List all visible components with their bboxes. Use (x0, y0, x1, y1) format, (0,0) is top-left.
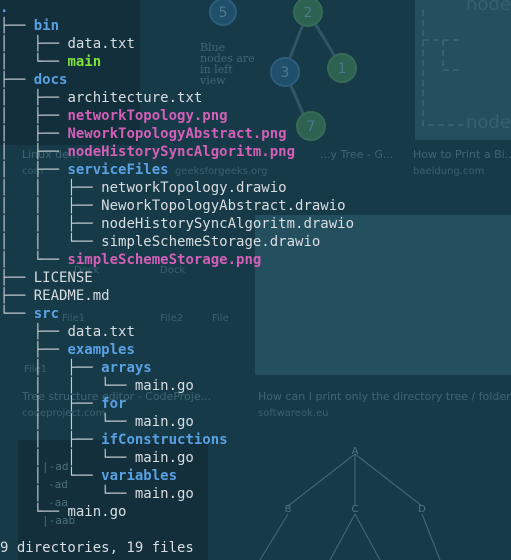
tree-line: ├── examples (0, 341, 135, 359)
tree-branch: │ │ └── (0, 234, 102, 250)
tree-branch: │ │ ├── (0, 198, 102, 214)
tree-line: │ ├── networkTopology.png (0, 107, 228, 125)
tree-line: │ ├── serviceFiles (0, 161, 169, 179)
tree-branch: │ │ ├── (0, 216, 102, 232)
file-name: README.md (33, 288, 110, 304)
tree-branch: ├── (0, 288, 34, 304)
executable-name: main (67, 54, 102, 70)
directory-name: docs (33, 72, 68, 88)
tree-line: │ ├── ifConstructions (0, 431, 228, 449)
tree-branch: │ │ └── (0, 414, 135, 430)
tree-line: ├── docs (0, 71, 67, 89)
tree-branch: │ └── (0, 252, 68, 268)
tree-branch: │ └── (0, 486, 135, 502)
image-file-name: networkTopology.png (67, 108, 228, 124)
tree-line: │ └── simpleSchemeStorage.png (0, 251, 261, 269)
tree-branch: │ └── (0, 54, 68, 70)
tree-line: │ │ ├── networkTopology.drawio (0, 179, 287, 197)
tree-line: │ └── main.go (0, 485, 194, 503)
tree-line: └── src (0, 305, 59, 323)
directory-name: arrays (101, 360, 152, 376)
directory-name: variables (101, 468, 178, 484)
tree-line: ├── bin (0, 17, 59, 35)
tree-branch: │ ├── (0, 90, 68, 106)
file-name: main.go (67, 504, 127, 520)
tree-branch: │ ├── (0, 162, 68, 178)
tree-branch: │ ├── (0, 360, 102, 376)
tree-line: │ │ └── main.go (0, 449, 194, 467)
file-name: main.go (134, 414, 194, 430)
tree-line: ├── data.txt (0, 323, 135, 341)
file-name: LICENSE (33, 270, 93, 286)
tree-line: ├── README.md (0, 287, 110, 305)
directory-name: ifConstructions (101, 432, 228, 448)
file-name: main.go (134, 378, 194, 394)
file-name: main.go (134, 450, 194, 466)
directory-name: src (33, 306, 60, 322)
image-file-name: NeworkTopologyAbstract.png (67, 126, 287, 142)
tree-line: . (0, 0, 8, 17)
tree-branch: │ │ └── (0, 378, 135, 394)
tree-line: │ │ ├── nodeHistorySyncAlgoritm.drawio (0, 215, 354, 233)
tree-branch: └── (0, 504, 68, 520)
file-name: architecture.txt (67, 90, 203, 106)
file-name: nodeHistorySyncAlgoritm.drawio (101, 216, 355, 232)
tree-branch: └── (0, 306, 34, 322)
image-file-name: simpleSchemeStorage.png (67, 252, 262, 268)
file-name: main.go (134, 486, 194, 502)
tree-summary: 9 directories, 19 files (0, 540, 194, 556)
tree-line: │ │ └── main.go (0, 413, 194, 431)
tree-line: │ │ ├── NeworkTopologyAbstract.drawio (0, 197, 346, 215)
file-name: networkTopology.drawio (101, 180, 287, 196)
tree-branch: ├── (0, 72, 34, 88)
tree-branch: │ ├── (0, 108, 68, 124)
tree-line: │ ├── arrays (0, 359, 152, 377)
tree-line: │ ├── for (0, 395, 127, 413)
tree-line: │ ├── data.txt (0, 35, 135, 53)
image-file-name: nodeHistorySyncAlgoritm.png (67, 144, 296, 160)
tree-line: │ └── variables (0, 467, 177, 485)
tree-branch: ├── (0, 324, 68, 340)
tree-line: ├── LICENSE (0, 269, 93, 287)
directory-name: . (0, 0, 9, 16)
tree-line: │ ├── architecture.txt (0, 89, 202, 107)
directory-name: serviceFiles (67, 162, 169, 178)
tree-branch: │ ├── (0, 432, 102, 448)
directory-name: for (101, 396, 127, 412)
terminal-output[interactable]: . ├── bin │ ├── data.txt │ └── main ├── docs… (0, 0, 511, 560)
tree-branch: ├── (0, 342, 68, 358)
file-name: NeworkTopologyAbstract.drawio (101, 198, 346, 214)
tree-line: └── main.go (0, 503, 127, 521)
tree-branch: ├── (0, 18, 34, 34)
directory-name: examples (67, 342, 135, 358)
tree-line: │ │ └── main.go (0, 377, 194, 395)
tree-branch: │ ├── (0, 36, 68, 52)
file-name: data.txt (67, 324, 135, 340)
directory-name: bin (33, 18, 60, 34)
tree-line: │ ├── nodeHistorySyncAlgoritm.png (0, 143, 295, 161)
tree-branch: │ └── (0, 468, 102, 484)
tree-branch: │ │ ├── (0, 180, 102, 196)
tree-branch: ├── (0, 270, 34, 286)
tree-branch: │ │ └── (0, 450, 135, 466)
tree-branch: │ ├── (0, 144, 68, 160)
tree-branch: │ ├── (0, 126, 68, 142)
tree-branch: │ ├── (0, 396, 102, 412)
tree-line: │ └── main (0, 53, 101, 71)
file-name: data.txt (67, 36, 135, 52)
tree-line: │ ├── NeworkTopologyAbstract.png (0, 125, 287, 143)
tree-line: │ │ └── simpleSchemeStorage.drawio (0, 233, 320, 251)
file-name: simpleSchemeStorage.drawio (101, 234, 321, 250)
